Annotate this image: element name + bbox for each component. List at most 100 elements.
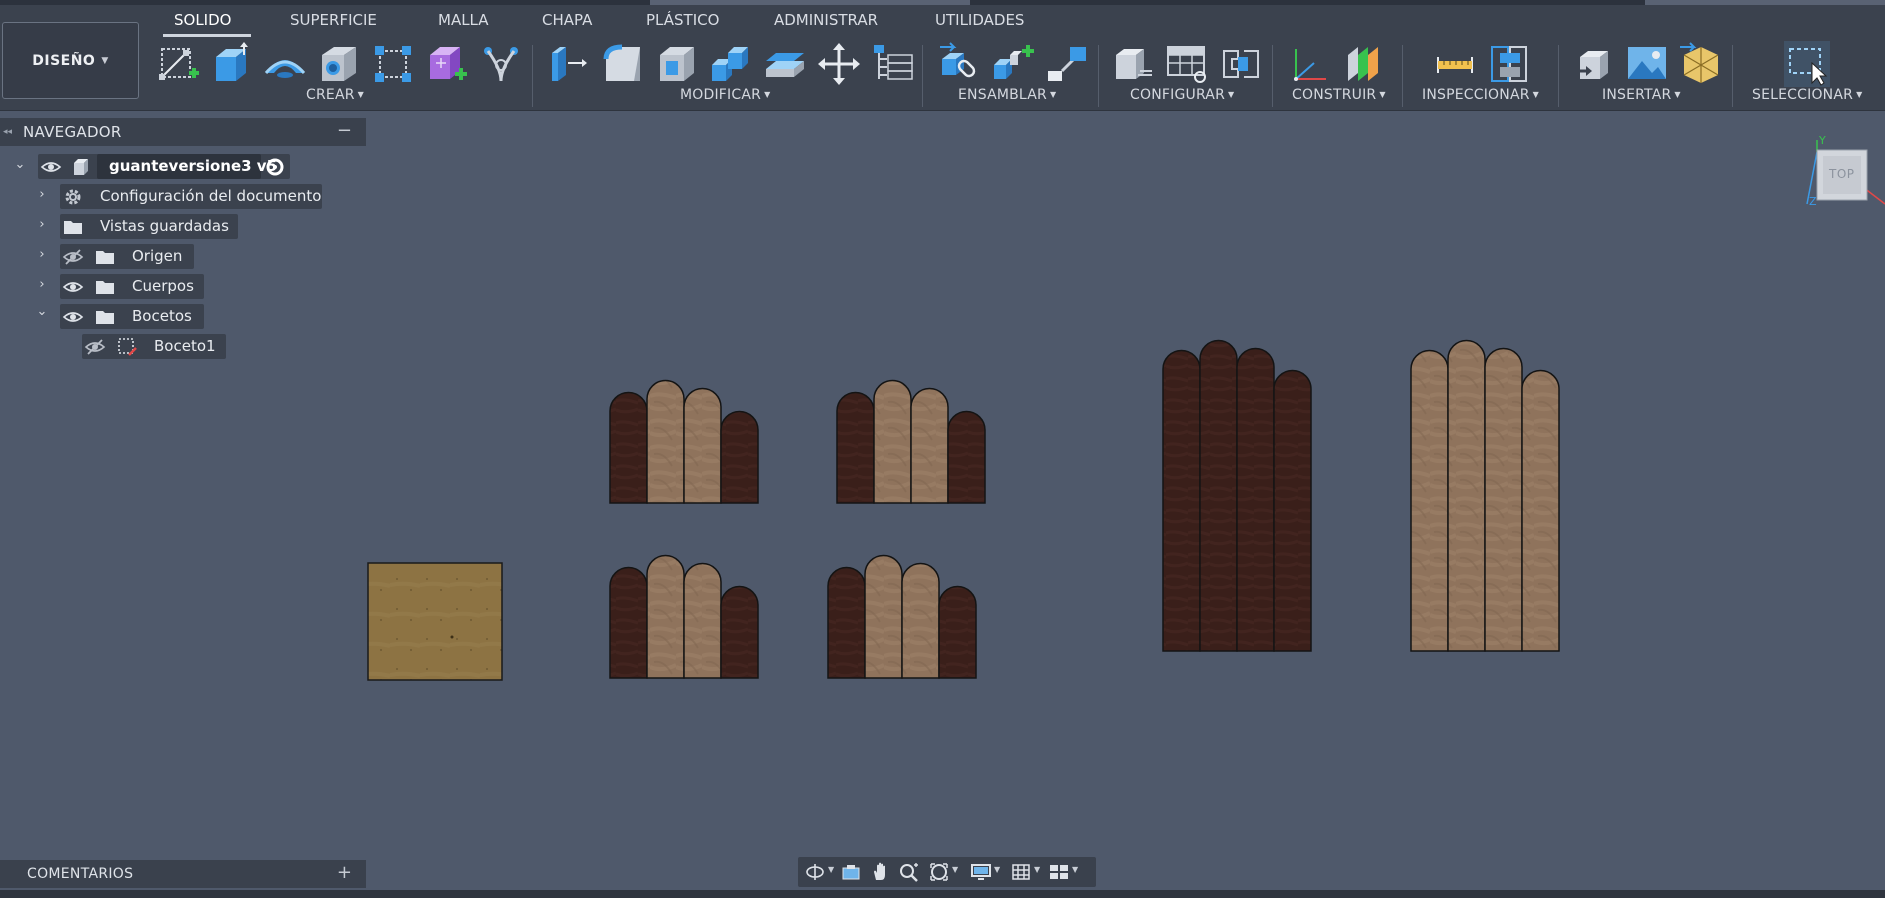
group-modificar[interactable]: MODIFICAR ▼ [680, 87, 770, 103]
navigator-header: ◂◂ NAVEGADOR − [0, 118, 366, 146]
chevron-down-icon[interactable]: ▼ [952, 865, 958, 874]
offset-plane-icon[interactable] [1340, 41, 1386, 87]
tree-item-label: Boceto1 [154, 337, 216, 355]
folder-icon [94, 306, 116, 328]
chevron-down-icon[interactable]: ▼ [994, 865, 1000, 874]
add-comment-icon[interactable]: + [337, 862, 352, 883]
chevron-right-icon[interactable]: › [35, 277, 49, 292]
tab-plastico[interactable]: PLÁSTICO [646, 11, 719, 29]
look-at-icon[interactable] [840, 862, 862, 882]
group-construir[interactable]: CONSTRUIR ▼ [1292, 87, 1386, 103]
group-ensamblar[interactable]: ENSAMBLAR ▼ [958, 87, 1056, 103]
extrude-icon[interactable] [208, 41, 254, 87]
configuration-rules-icon[interactable] [1218, 41, 1264, 87]
active-tab-indicator [163, 34, 251, 37]
eye-hidden-icon[interactable] [84, 336, 106, 358]
finger-set-large-light[interactable] [1410, 339, 1560, 652]
chevron-right-icon[interactable]: › [35, 247, 49, 262]
comments-panel: COMENTARIOS + [0, 860, 366, 888]
tree-item-label: Origen [132, 247, 183, 265]
parameters-icon[interactable] [870, 41, 916, 87]
chevron-down-icon[interactable]: ⌄ [35, 304, 49, 319]
status-strip [0, 890, 1885, 898]
group-seleccionar[interactable]: SELECCIONAR ▼ [1752, 87, 1862, 103]
finger-set-4[interactable] [827, 554, 977, 679]
offset-face-icon[interactable] [762, 41, 808, 87]
configuration-table-icon[interactable] [1164, 41, 1210, 87]
combine-icon[interactable] [708, 41, 754, 87]
component-icon [70, 156, 92, 178]
chevron-down-icon[interactable]: ▼ [1072, 865, 1078, 874]
workspace-switcher[interactable]: DISEÑO ▼ [2, 22, 139, 99]
group-insertar[interactable]: INSERTAR ▼ [1602, 87, 1681, 103]
tree-item-label: Configuración del documento [100, 187, 322, 205]
viewcube[interactable]: TOP Y Z [1805, 134, 1885, 210]
minimize-icon[interactable]: − [337, 120, 352, 141]
finger-set-1[interactable] [609, 379, 759, 504]
move-icon[interactable] [816, 41, 862, 87]
group-configurar[interactable]: CONFIGURAR ▼ [1130, 87, 1234, 103]
construct-axis-icon[interactable] [1286, 41, 1332, 87]
group-crear[interactable]: CREAR ▼ [306, 87, 364, 103]
viewports-icon[interactable] [1048, 862, 1070, 882]
tree-item-label: Vistas guardadas [100, 217, 229, 235]
grid-icon[interactable] [1010, 862, 1032, 882]
derive-icon[interactable] [478, 41, 524, 87]
chevron-down-icon[interactable]: ▼ [1034, 865, 1040, 874]
configure-model-icon[interactable] [1110, 41, 1156, 87]
tree-item-label: Cuerpos [132, 277, 194, 295]
group-inspeccionar[interactable]: INSPECCIONAR ▼ [1422, 87, 1539, 103]
root-component-name: guanteversione3 v5 [109, 157, 278, 175]
chevron-right-icon[interactable]: › [35, 187, 49, 202]
fillet-icon[interactable] [600, 41, 646, 87]
finger-set-large-dark[interactable] [1162, 339, 1312, 652]
tab-administrar[interactable]: ADMINISTRAR [774, 11, 878, 29]
tab-solido[interactable]: SOLIDO [174, 11, 231, 29]
joint-icon[interactable] [990, 41, 1036, 87]
chevron-right-icon[interactable]: › [35, 217, 49, 232]
new-component-icon[interactable] [936, 41, 982, 87]
as-built-joint-icon[interactable] [1044, 41, 1090, 87]
comments-title: COMENTARIOS [27, 866, 134, 882]
select-icon[interactable] [1784, 41, 1830, 87]
shell-icon[interactable] [654, 41, 700, 87]
create-sketch-icon[interactable] [156, 41, 202, 87]
eye-icon[interactable] [40, 156, 62, 178]
active-component-icon[interactable] [264, 156, 286, 178]
chevron-down-icon[interactable]: ▼ [828, 865, 834, 874]
viewcube-face-top[interactable]: TOP [1829, 167, 1855, 181]
toolbar-ribbon: DISEÑO ▼ SOLIDO SUPERFICIE MALLA CHAPA PL… [0, 5, 1885, 111]
toolbar-separator [532, 45, 533, 107]
tree-item-label: Bocetos [132, 307, 192, 325]
insert-derive-icon[interactable] [1570, 41, 1616, 87]
eye-icon[interactable] [62, 306, 84, 328]
insert-mesh-icon[interactable] [1678, 41, 1724, 87]
palm-square-body[interactable] [367, 562, 503, 681]
caret-down-icon: ▼ [101, 55, 109, 66]
pan-hand-icon[interactable] [870, 862, 892, 882]
orbit-icon[interactable] [804, 862, 826, 882]
collapse-panel-icon[interactable]: ◂◂ [3, 127, 23, 137]
create-form-icon[interactable] [424, 41, 470, 87]
tab-utilidades[interactable]: UTILIDADES [935, 11, 1024, 29]
revolve-icon[interactable] [262, 41, 308, 87]
fit-icon[interactable] [928, 862, 950, 882]
hole-icon[interactable] [316, 41, 362, 87]
pattern-icon[interactable] [370, 41, 416, 87]
interference-icon[interactable] [1486, 41, 1532, 87]
finger-set-3[interactable] [609, 554, 759, 679]
tab-malla[interactable]: MALLA [438, 11, 489, 29]
toolbar-separator [922, 45, 923, 107]
eye-hidden-icon[interactable] [62, 246, 84, 268]
measure-icon[interactable] [1432, 41, 1478, 87]
chevron-down-icon[interactable]: ⌄ [13, 157, 27, 172]
tab-superficie[interactable]: SUPERFICIE [290, 11, 377, 29]
eye-icon[interactable] [62, 276, 84, 298]
folder-icon [62, 216, 84, 238]
insert-canvas-icon[interactable] [1624, 41, 1670, 87]
tab-chapa[interactable]: CHAPA [542, 11, 592, 29]
press-pull-icon[interactable] [546, 41, 592, 87]
display-settings-icon[interactable] [970, 862, 992, 882]
finger-set-2[interactable] [836, 379, 986, 504]
zoom-icon[interactable] [898, 862, 920, 882]
